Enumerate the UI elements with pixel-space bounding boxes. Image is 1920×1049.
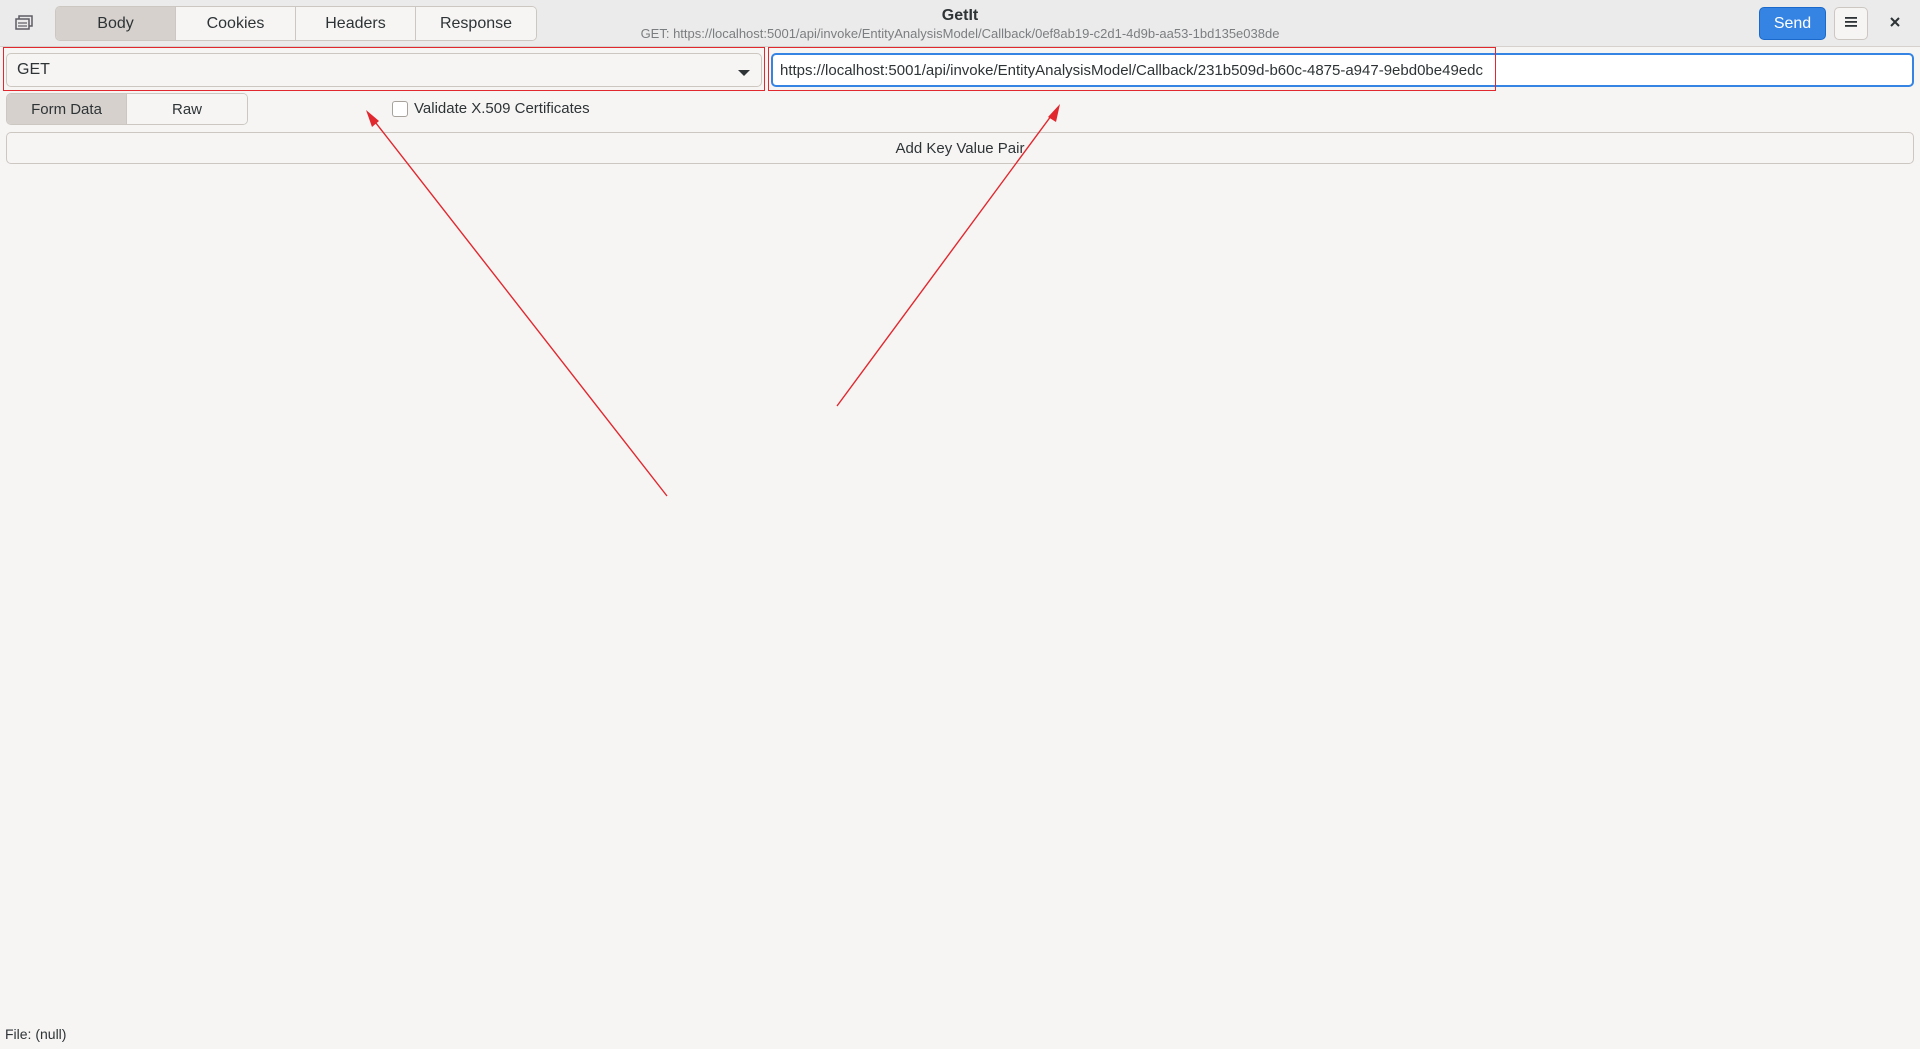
- window-stack-icon[interactable]: [13, 13, 35, 33]
- window-title-area: GetIt GET: https://localhost:5001/api/in…: [560, 6, 1360, 42]
- tab-raw[interactable]: Raw: [127, 94, 247, 124]
- body-type-tabs: Form Data Raw: [6, 93, 248, 125]
- tab-form-data[interactable]: Form Data: [7, 94, 127, 124]
- main-tabs: Body Cookies Headers Response: [55, 6, 537, 41]
- add-key-value-button[interactable]: Add Key Value Pair: [6, 132, 1914, 164]
- arrow-to-method: [371, 117, 668, 497]
- arrowhead-method: [366, 110, 379, 127]
- hamburger-menu-icon: [1844, 15, 1858, 33]
- tab-cookies[interactable]: Cookies: [176, 7, 296, 40]
- validate-checkbox[interactable]: [392, 100, 408, 117]
- validate-certificates[interactable]: Validate X.509 Certificates: [392, 100, 590, 117]
- close-icon: [1889, 15, 1901, 33]
- send-button[interactable]: Send: [1759, 7, 1826, 40]
- arrowhead-url: [1048, 104, 1060, 122]
- header-bar: Body Cookies Headers Response GetIt GET:…: [0, 0, 1920, 47]
- url-input[interactable]: [771, 53, 1914, 87]
- method-dropdown[interactable]: GET: [6, 53, 762, 87]
- tab-response[interactable]: Response: [416, 7, 536, 40]
- method-value: GET: [17, 61, 50, 78]
- close-button[interactable]: [1880, 9, 1910, 39]
- validate-label: Validate X.509 Certificates: [414, 100, 590, 117]
- tab-body[interactable]: Body: [56, 7, 176, 40]
- menu-button[interactable]: [1834, 7, 1868, 40]
- tab-headers[interactable]: Headers: [296, 7, 416, 40]
- window-subtitle: GET: https://localhost:5001/api/invoke/E…: [640, 26, 1280, 41]
- status-text: File: (null): [5, 1026, 67, 1042]
- dropdown-arrow-icon: [737, 65, 751, 76]
- window-title: GetIt: [941, 7, 979, 24]
